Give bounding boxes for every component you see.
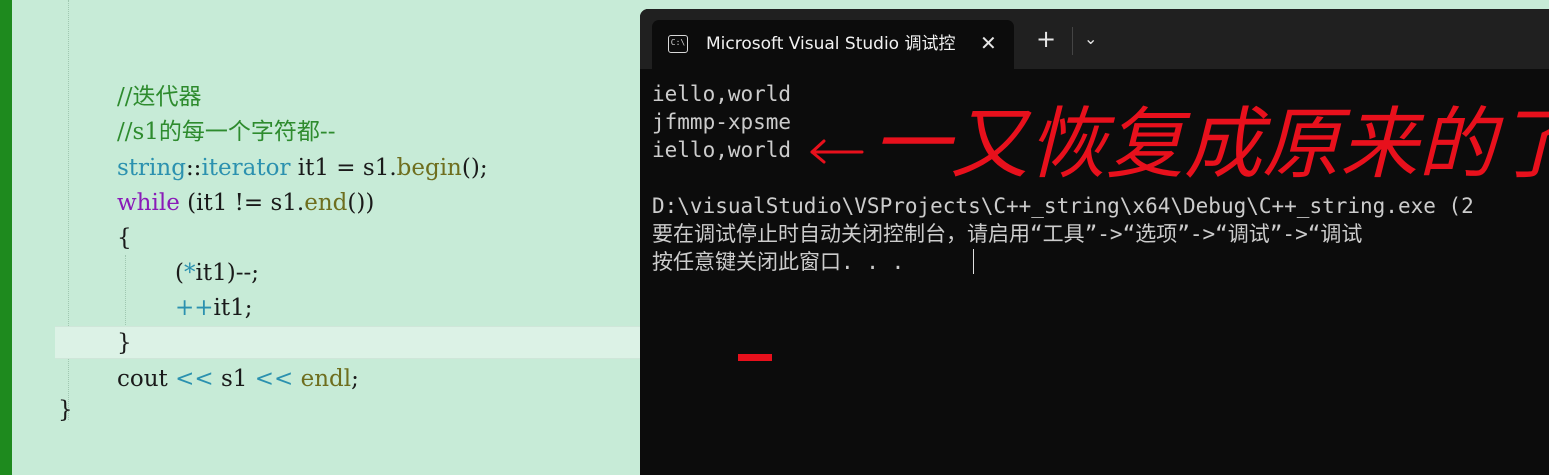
token-text: cout (117, 366, 176, 392)
chevron-down-icon[interactable]: ⌄ (1084, 29, 1097, 49)
code-line-increment: ++it1; (175, 293, 253, 323)
tab-separator (1072, 27, 1073, 55)
close-icon[interactable]: ✕ (980, 30, 997, 56)
output-line: iello,world (652, 138, 792, 162)
token-keyword: while (117, 190, 180, 216)
code-editor[interactable]: //迭代器 //s1的每一个字符都-- string::iterator it1… (0, 0, 640, 475)
token-text: it1)--; (195, 260, 259, 286)
token-text: ; (351, 366, 359, 392)
code-line-cout: cout << s1 << endl; (117, 364, 359, 394)
output-line-tip: 要在调试停止时自动关闭控制台，请启用“工具”->“选项”->“调试”->“调试 (652, 222, 1363, 246)
token-operator: << (175, 366, 214, 392)
code-line-iterator-decl: string::iterator it1 = s1.begin(); (117, 153, 488, 183)
new-tab-button[interactable]: + (1036, 27, 1056, 51)
indent-guide (125, 255, 126, 327)
annotation-arrow (810, 139, 864, 164)
output-line: iello,world (652, 82, 792, 106)
code-line-comment-iterator: //迭代器 (117, 84, 202, 110)
tab-title: Microsoft Visual Studio 调试控 (706, 34, 956, 54)
token-operator: ++ (175, 295, 214, 321)
token-text: it1; (213, 295, 253, 321)
token-function: endl (293, 366, 352, 392)
token-type: string (117, 155, 186, 181)
token-function: begin (396, 155, 462, 181)
debug-console-window[interactable]: C:\ Microsoft Visual Studio 调试控 ✕ + ⌄ ie… (640, 9, 1549, 475)
code-line-close-brace: } (117, 330, 132, 356)
token-type: iterator (201, 155, 291, 181)
token-scope: :: (185, 155, 202, 181)
token-text: (it1 != s1. (179, 190, 305, 216)
token-text: (); (461, 155, 488, 181)
change-margin (0, 0, 12, 475)
token-text: s1 (213, 366, 255, 392)
code-line-open-brace: { (117, 225, 132, 251)
terminal-icon: C:\ (668, 35, 688, 53)
output-line: jfmmp-xpsme (652, 110, 792, 134)
token-operator: * (183, 260, 196, 286)
token-text: it1 = s1. (290, 155, 397, 181)
output-line-press-any-key: 按任意键关闭此窗口. . . (652, 250, 905, 274)
tab-bar: C:\ Microsoft Visual Studio 调试控 ✕ + ⌄ (640, 9, 1549, 69)
token-text: ( (175, 260, 184, 286)
token-operator: << (254, 366, 294, 392)
current-line-highlight (55, 326, 640, 359)
annotation-text: 一又恢复成原来的了 (872, 100, 1549, 190)
code-line-while: while (it1 != s1.end()) (117, 188, 374, 218)
text-cursor (973, 249, 974, 274)
token-text: ()) (347, 190, 375, 216)
handwritten-annotation: 一又恢复成原来的了 (810, 100, 1549, 190)
code-line-comment-s1: //s1的每一个字符都-- (117, 119, 336, 145)
red-marker (738, 354, 772, 361)
token-function: end (304, 190, 348, 216)
code-line-decrement: (*it1)--; (175, 258, 259, 288)
tab-console[interactable]: C:\ Microsoft Visual Studio 调试控 ✕ (652, 20, 1014, 69)
code-line-close-function: } (58, 397, 73, 423)
